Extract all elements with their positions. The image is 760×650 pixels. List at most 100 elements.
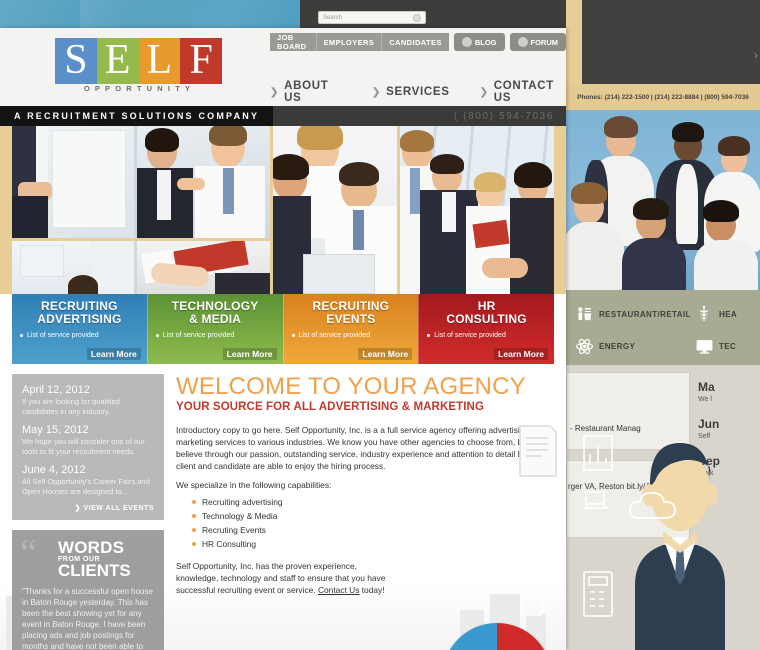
learn-more-button[interactable]: Learn More	[86, 348, 141, 360]
service-card-bullet: List of service provided	[20, 332, 139, 339]
events-panel: April 12, 2012 If you are looking for qu…	[12, 374, 164, 520]
learn-more-button[interactable]: Learn More	[358, 348, 413, 360]
capabilities-list: Recruiting advertising Technology & Medi…	[176, 495, 554, 551]
capability-label: Recruiting advertising	[202, 497, 283, 507]
site-header: S E L F OPPORTUNITY JOB BOARD EMPLOYERS …	[0, 28, 566, 106]
service-card-recruiting-events[interactable]: RECRUITING EVENTS List of service provid…	[282, 294, 419, 364]
service-card-bullet-label: List of service provided	[298, 332, 371, 339]
collage-photo-6	[400, 126, 554, 294]
logo-letter: S	[64, 37, 88, 84]
bullet-dot-icon	[427, 334, 431, 337]
bullet-dot-icon	[20, 334, 23, 337]
view-all-events-link[interactable]: ❯ VIEW ALL EVENTS	[22, 504, 154, 512]
logo-letter: E	[104, 37, 131, 84]
nav-item-contact-us[interactable]: ❯ CONTACT US	[480, 80, 566, 104]
document-sketch-icon	[516, 424, 558, 483]
util-tab-label: JOB BOARD	[277, 33, 307, 51]
service-card-title-line2: ADVERTISING	[37, 311, 122, 326]
bullet-dot-icon	[192, 514, 196, 518]
testimonial-heading: WORDS FROM OUR CLIENTS	[22, 538, 154, 580]
collage-photo-1	[12, 126, 134, 238]
capability-label: Technology & Media	[202, 511, 278, 521]
hero-collage	[0, 126, 566, 294]
industry-item-energy[interactable]: ENERGY	[574, 336, 635, 356]
service-card-bullet: List of service provided	[155, 332, 275, 339]
learn-more-button[interactable]: Learn More	[494, 348, 548, 360]
site-logo[interactable]: S E L F OPPORTUNITY	[55, 38, 235, 96]
bullet-dot-icon	[155, 334, 159, 337]
clients-next-arrow[interactable]: ›	[754, 48, 758, 62]
testimonial-quote: "Thanks for a successful open house in B…	[22, 587, 153, 650]
logo-letter: L	[146, 37, 173, 84]
testimonial-heading-words: WORDS	[58, 538, 125, 557]
service-card-title: RECRUITING EVENTS	[292, 300, 411, 325]
event-text: All Self Opportunity's Career Fairs and …	[22, 477, 150, 496]
capability-label: Recruting Events	[202, 525, 266, 535]
service-card-technology-media[interactable]: TECHNOLOGY & MEDIA List of service provi…	[146, 294, 283, 364]
collage-photo-4	[137, 241, 270, 294]
collage-photo-3	[12, 241, 134, 294]
contact-us-link[interactable]: Contact Us	[318, 585, 359, 595]
chevron-right-icon: ❯	[479, 86, 489, 98]
forum-button-label: FORUM	[530, 37, 559, 47]
main-nav: ❯ ABOUT US ❯ SERVICES ❯ CONTACT US	[270, 80, 566, 104]
logo-block-f: F	[180, 38, 222, 84]
service-card-title: RECRUITING ADVERTISING	[20, 300, 139, 325]
util-tab-label: CANDIDATES	[389, 37, 442, 47]
service-card-hr-consulting[interactable]: HR CONSULTING List of service provided L…	[418, 294, 554, 364]
industry-label: TEC	[719, 341, 737, 351]
capabilities-heading: We specialize in the following capabilit…	[176, 480, 332, 490]
bullet-dot-icon	[192, 500, 196, 504]
blog-button-label: BLOG	[474, 37, 497, 47]
blog-button[interactable]: BLOG	[453, 33, 505, 51]
computer-sketch-icon	[578, 488, 618, 523]
nav-item-label: SERVICES	[386, 86, 450, 98]
nav-item-about-us[interactable]: ❯ ABOUT US	[270, 80, 342, 104]
nav-item-services[interactable]: ❯ SERVICES	[372, 80, 450, 104]
nav-item-label: CONTACT US	[493, 80, 555, 104]
industry-item-healthcare[interactable]: HEA	[694, 304, 737, 324]
testimonial-panel: “ WORDS FROM OUR CLIENTS "Thanks for a s…	[12, 530, 164, 650]
pen-sketch-icon	[521, 480, 555, 533]
logo-block-e: E	[96, 37, 139, 84]
tagline-bar: A RECRUITMENT SOLUTIONS COMPANY ( (800) …	[0, 106, 566, 126]
event-date: April 12, 2012	[22, 384, 90, 396]
service-card-bullet: List of service provided	[427, 332, 546, 339]
service-cards: RECRUITING ADVERTISING List of service p…	[12, 294, 554, 364]
service-card-title: TECHNOLOGY & MEDIA	[156, 300, 275, 325]
util-tab-candidates[interactable]: CANDIDATES	[381, 33, 449, 51]
list-item: Technology & Media	[176, 509, 554, 523]
industry-item-technology[interactable]: TEC	[694, 336, 736, 356]
logo-block-s: S	[55, 38, 97, 84]
chat-bubble-icon	[461, 37, 472, 47]
chef-icon	[574, 304, 594, 324]
list-item: Recruiting advertising	[176, 495, 554, 509]
learn-more-button[interactable]: Learn More	[222, 348, 277, 360]
list-item: HR Consulting	[176, 537, 554, 551]
service-card-bullet-label: List of service provided	[162, 332, 235, 339]
self-opportunity-site: S E L F OPPORTUNITY JOB BOARD EMPLOYERS …	[0, 28, 566, 650]
service-card-recruiting-advertising[interactable]: RECRUITING ADVERTISING List of service p…	[12, 294, 147, 364]
background-industries-band: RESTAURANT/RETAIL HEA ENERGY TEC	[566, 290, 760, 365]
industry-item-restaurant-retail[interactable]: RESTAURANT/RETAIL	[574, 304, 691, 324]
header-phone: ( (800) 594-7036	[453, 110, 554, 122]
util-tab-label: EMPLOYERS	[323, 37, 375, 47]
calculator-sketch-icon	[580, 568, 616, 625]
background-search-field[interactable]: Search	[318, 11, 426, 24]
util-tab-job-board[interactable]: JOB BOARD	[270, 33, 316, 51]
view-all-events-label: VIEW ALL EVENTS	[83, 505, 154, 512]
bullet-dot-icon	[291, 334, 295, 337]
testimonial-heading-clients: CLIENTS	[58, 561, 131, 580]
service-card-title-line2: & MEDIA	[189, 311, 242, 326]
magnifier-icon	[517, 37, 528, 47]
forum-button[interactable]: FORUM	[509, 33, 566, 51]
bullet-dot-icon	[192, 528, 196, 532]
bar-chart-sketch-icon	[580, 430, 616, 479]
utility-nav: JOB BOARD EMPLOYERS CANDIDATES BLOG FORU…	[270, 33, 566, 51]
util-tab-employers[interactable]: EMPLOYERS	[315, 33, 382, 51]
search-clear-icon[interactable]	[413, 13, 421, 22]
background-phones-bar: Phones: (214) 222-1500 | (214) 222-8884 …	[566, 84, 760, 110]
list-item: Recruting Events	[176, 523, 554, 537]
background-event-date: Ma	[698, 380, 715, 394]
search-input-placeholder: Search	[323, 14, 343, 21]
